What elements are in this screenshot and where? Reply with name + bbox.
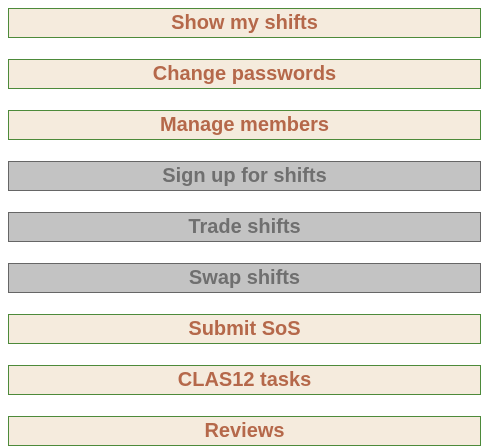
swap-shifts-button: Swap shifts <box>8 263 481 293</box>
change-passwords-button[interactable]: Change passwords <box>8 59 481 89</box>
submit-sos-button[interactable]: Submit SoS <box>8 314 481 344</box>
reviews-button[interactable]: Reviews <box>8 416 481 446</box>
sign-up-for-shifts-button: Sign up for shifts <box>8 161 481 191</box>
trade-shifts-button: Trade shifts <box>8 212 481 242</box>
shift-menu: Show my shifts Change passwords Manage m… <box>8 8 481 446</box>
manage-members-button[interactable]: Manage members <box>8 110 481 140</box>
show-my-shifts-button[interactable]: Show my shifts <box>8 8 481 38</box>
clas12-tasks-button[interactable]: CLAS12 tasks <box>8 365 481 395</box>
